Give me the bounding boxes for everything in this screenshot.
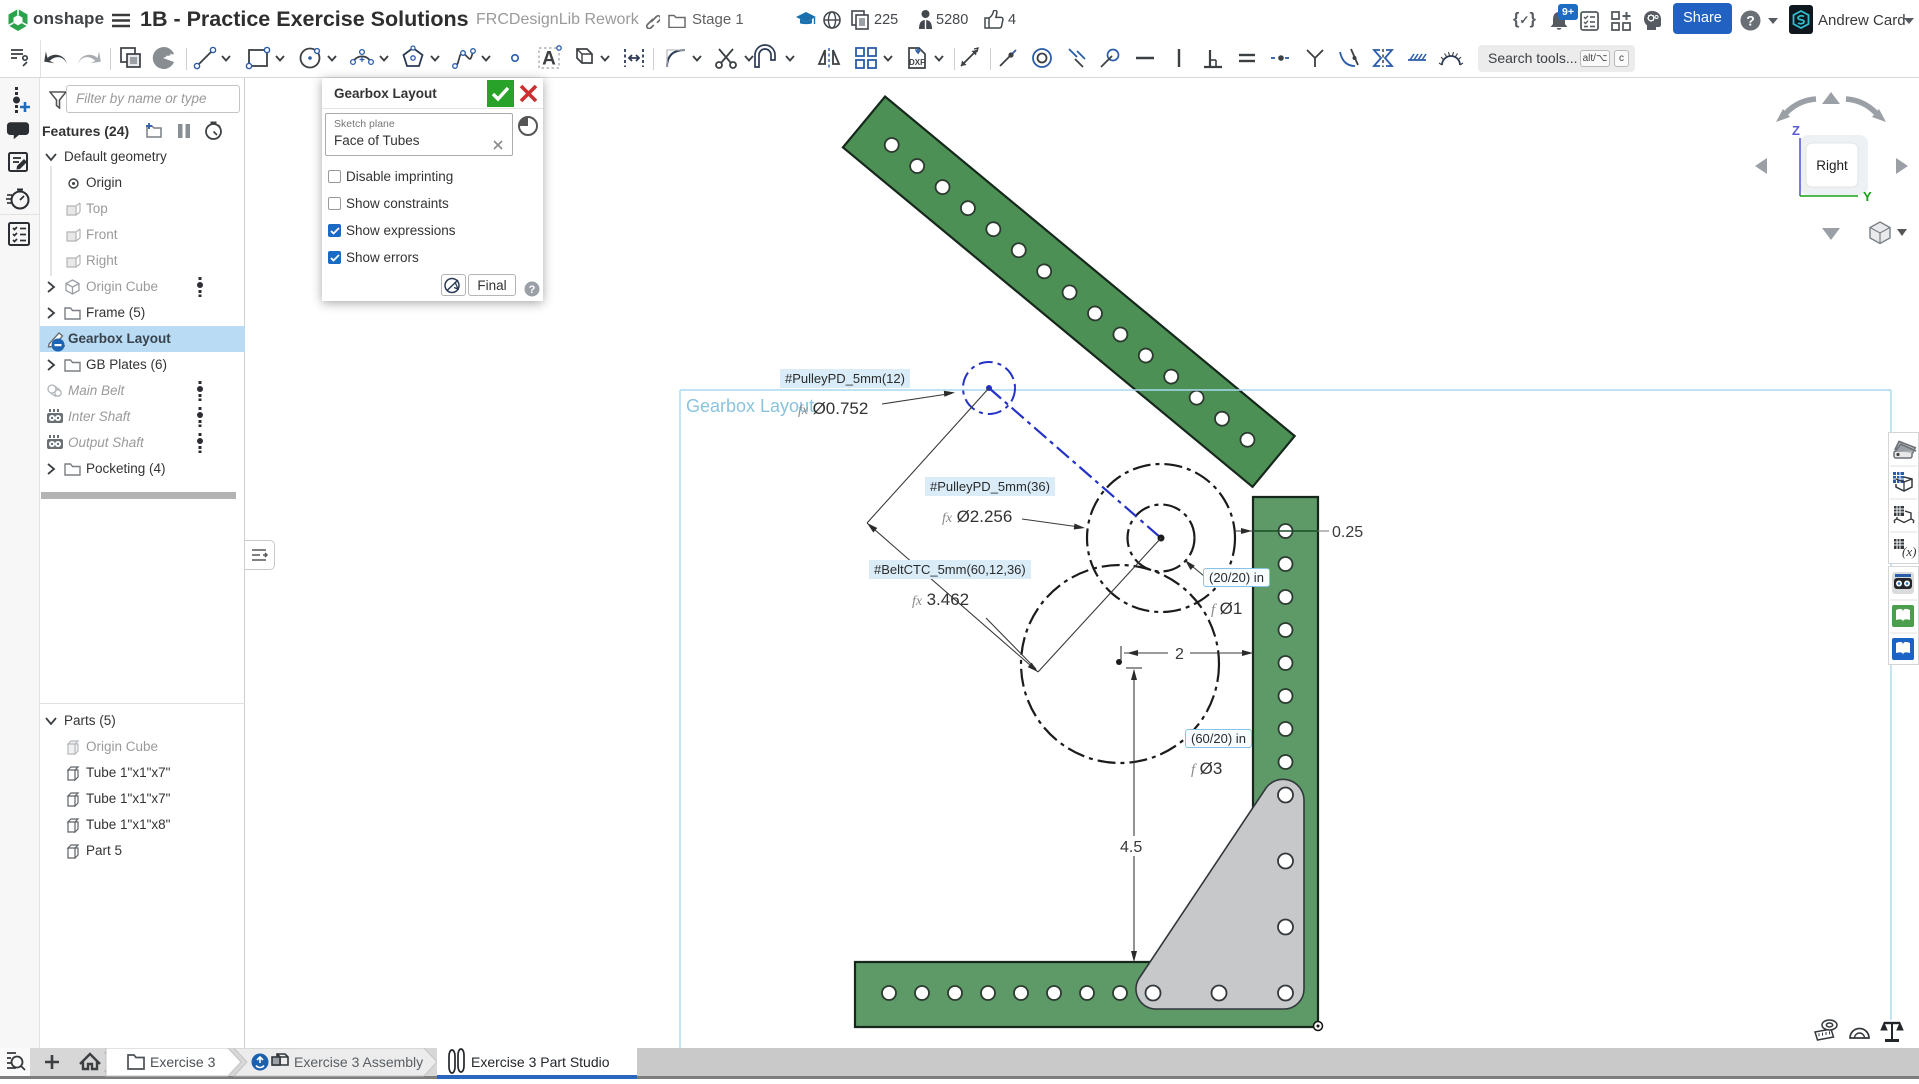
svg-text:Gearbox Layout: Gearbox Layout [686, 396, 814, 416]
svg-text:Z: Z [1792, 123, 1800, 138]
svg-text:0.25: 0.25 [1332, 524, 1363, 541]
svg-text:A: A [542, 49, 556, 70]
svg-text:Y: Y [1863, 189, 1872, 204]
svg-text:DXF: DXF [909, 58, 925, 67]
svg-text:Exercise 3: Exercise 3 [150, 1054, 216, 1070]
svg-text:Exercise 3 Part Studio: Exercise 3 Part Studio [471, 1054, 610, 1070]
svg-text:(x): (x) [1902, 544, 1916, 559]
svg-text:Exercise 3 Assembly: Exercise 3 Assembly [294, 1054, 423, 1070]
svg-text:4.5: 4.5 [1120, 839, 1142, 856]
svg-text:?: ? [1746, 13, 1755, 29]
svg-text:2: 2 [1175, 646, 1184, 663]
svg-text:Right: Right [1816, 158, 1848, 173]
svg-text:?: ? [529, 284, 536, 296]
